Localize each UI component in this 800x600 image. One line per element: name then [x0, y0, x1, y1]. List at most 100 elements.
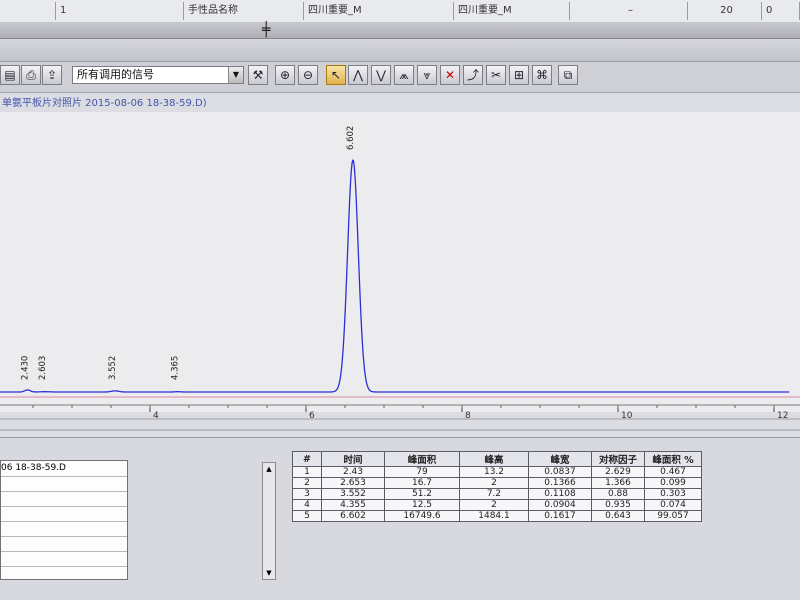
table-row[interactable]: 4 4.355 12.5 2 0.0904 0.935 0.074 [292, 499, 702, 511]
table-row[interactable]: 2 2.653 16.7 2 0.1366 1.366 0.099 [292, 477, 702, 489]
scroll-down-icon[interactable]: ▼ [263, 567, 275, 579]
chromatogram-file-label: 单氨平板片对照片 2015-08-06 18-38-59.D) [2, 98, 207, 109]
peak-table-cell: 3.552 [321, 488, 385, 500]
splitter-grip-icon[interactable]: ╪ [262, 22, 270, 38]
data-file-item[interactable]: 06 18-38-59.D [1, 461, 127, 477]
list-item[interactable] [1, 476, 127, 492]
peak-table-header-cell: 峰宽 [528, 451, 592, 467]
peak-table-cell: 99.057 [644, 510, 702, 522]
peak-table-cell: 3 [292, 488, 322, 500]
tune-icon[interactable]: ⚒ [248, 65, 268, 85]
x-tick-label: 8 [465, 411, 471, 421]
cell-dash[interactable]: – [570, 2, 688, 20]
peak-table-cell: 0.1617 [528, 510, 592, 522]
peak-table-header-cell: 峰高 [459, 451, 529, 467]
split-peak-icon[interactable]: ⩕ [394, 65, 414, 85]
main-toolbar: ▤ ⎙ ⇪ 所有调用的信号 ▼ ⚒ ⊕ ⊖ ↖ ⋀ ⋁ ⩕ ⩔ ✕ ⤴ ✂ ⊞ … [0, 62, 800, 93]
sequence-table-strip: 1 手性品名称 四川重要_M 四川重要_M – 20 0 [0, 0, 800, 23]
zoom-in-icon[interactable]: ⊕ [275, 65, 295, 85]
spectrum-icon[interactable]: ⧉ [558, 65, 578, 85]
data-file-list[interactable]: 06 18-38-59.D [0, 460, 128, 580]
peak-table-cell: 13.2 [459, 466, 529, 478]
cell-index: 1 [56, 2, 184, 20]
peak-rt-label: 3.552 [108, 356, 118, 380]
peak-table-header: # 时间 峰面积 峰高 峰宽 对称因子 峰面积 % [292, 451, 702, 467]
baseline-icon[interactable]: ⋁ [371, 65, 391, 85]
peak-table: # 时间 峰面积 峰高 峰宽 对称因子 峰面积 % 1 2.43 79 13.2 0.0837 2.6… [292, 451, 702, 522]
report-icon[interactable]: ⌘ [532, 65, 552, 85]
peak-rt-label: 2.430 [21, 356, 31, 380]
multi-peak-icon[interactable]: ⩔ [417, 65, 437, 85]
list-item[interactable] [1, 521, 127, 537]
cell-count[interactable]: 20 [688, 2, 762, 20]
cell-blank [0, 2, 56, 20]
x-tick-label: 4 [153, 411, 159, 421]
chromatogram-chart[interactable]: 2.430 2.603 3.552 4.365 6.602 4 6 8 10 12 [0, 112, 800, 442]
peak-table-cell: 0.467 [644, 466, 702, 478]
peak-table-cell: 1.366 [591, 477, 645, 489]
cell-method-2[interactable]: 四川重要_M [454, 2, 570, 20]
peak-table-cell: 51.2 [384, 488, 460, 500]
peak-table-cell: 0.099 [644, 477, 702, 489]
list-item[interactable] [1, 506, 127, 522]
table-row[interactable]: 1 2.43 79 13.2 0.0837 2.629 0.467 [292, 466, 702, 478]
zoom-out-icon[interactable]: ⊖ [298, 65, 318, 85]
peak-table-header-cell: 峰面积 [384, 451, 460, 467]
peak-table-cell: 1484.1 [459, 510, 529, 522]
peak-table-cell: 0.0837 [528, 466, 592, 478]
peak-table-header-cell: # [292, 451, 322, 467]
peak-table-cell: 7.2 [459, 488, 529, 500]
peak-table-cell: 2.653 [321, 477, 385, 489]
table-row[interactable]: 5 6.602 16749.6 1484.1 0.1617 0.643 99.057 [292, 510, 702, 522]
vertical-scrollbar[interactable]: ▲ ▼ [262, 462, 276, 580]
peak-table-cell: 16.7 [384, 477, 460, 489]
peak-table-cell: 4 [292, 499, 322, 511]
delete-peak-icon[interactable]: ✕ [440, 65, 460, 85]
list-item[interactable] [1, 536, 127, 552]
peak-table-header-cell: 峰面积 % [644, 451, 702, 467]
peak-table-cell: 2 [459, 499, 529, 511]
peak-table-cell: 2 [459, 477, 529, 489]
signal-trace [0, 159, 790, 393]
open-icon[interactable]: ▤ [0, 65, 20, 85]
peak-rt-label: 4.365 [171, 356, 181, 380]
peak-table-cell: 0.074 [644, 499, 702, 511]
cell-method-1[interactable]: 四川重要_M [304, 2, 454, 20]
peak-table-cell: 2.43 [321, 466, 385, 478]
print-icon[interactable]: ⎙ [21, 65, 41, 85]
peak-rt-label: 2.603 [38, 356, 48, 380]
peak-table-cell: 0.0904 [528, 499, 592, 511]
peak-table-cell: 0.935 [591, 499, 645, 511]
calibrate-icon[interactable]: ⊞ [509, 65, 529, 85]
peak-table-cell: 0.1108 [528, 488, 592, 500]
peak-table-header-cell: 对称因子 [591, 451, 645, 467]
export-icon[interactable]: ⇪ [42, 65, 62, 85]
list-item[interactable] [1, 491, 127, 507]
scroll-up-icon[interactable]: ▲ [263, 463, 275, 475]
select-cursor-icon[interactable]: ↖ [326, 65, 346, 85]
chevron-down-icon[interactable]: ▼ [228, 67, 243, 83]
peak-integrate-icon[interactable]: ⋀ [348, 65, 368, 85]
peak-table-cell: 4.355 [321, 499, 385, 511]
peak-table-cell: 79 [384, 466, 460, 478]
table-row[interactable]: 3 3.552 51.2 7.2 0.1108 0.88 0.303 [292, 488, 702, 500]
peak-table-cell: 0.1366 [528, 477, 592, 489]
peak-table-cell: 12.5 [384, 499, 460, 511]
peak-table-cell: 6.602 [321, 510, 385, 522]
pane-header-band [0, 39, 800, 62]
tangent-icon[interactable]: ✂ [486, 65, 506, 85]
cell-sample-name[interactable]: 手性品名称 [184, 2, 304, 20]
x-tick-label: 6 [309, 411, 315, 421]
x-tick-label: 12 [777, 411, 788, 421]
peak-table-cell: 0.88 [591, 488, 645, 500]
peak-table-cell: 5 [292, 510, 322, 522]
peak-table-cell: 2.629 [591, 466, 645, 478]
manual-icon[interactable]: ⤴ [463, 65, 483, 85]
peak-rt-label: 6.602 [346, 126, 356, 150]
cell-zero[interactable]: 0 [762, 2, 800, 20]
peak-table-header-cell: 时间 [321, 451, 385, 467]
pane-splitter[interactable]: ╪ [0, 22, 800, 39]
signal-select[interactable]: 所有调用的信号 ▼ [72, 66, 244, 84]
list-item[interactable] [1, 551, 127, 567]
signal-select-value: 所有调用的信号 [77, 68, 154, 81]
